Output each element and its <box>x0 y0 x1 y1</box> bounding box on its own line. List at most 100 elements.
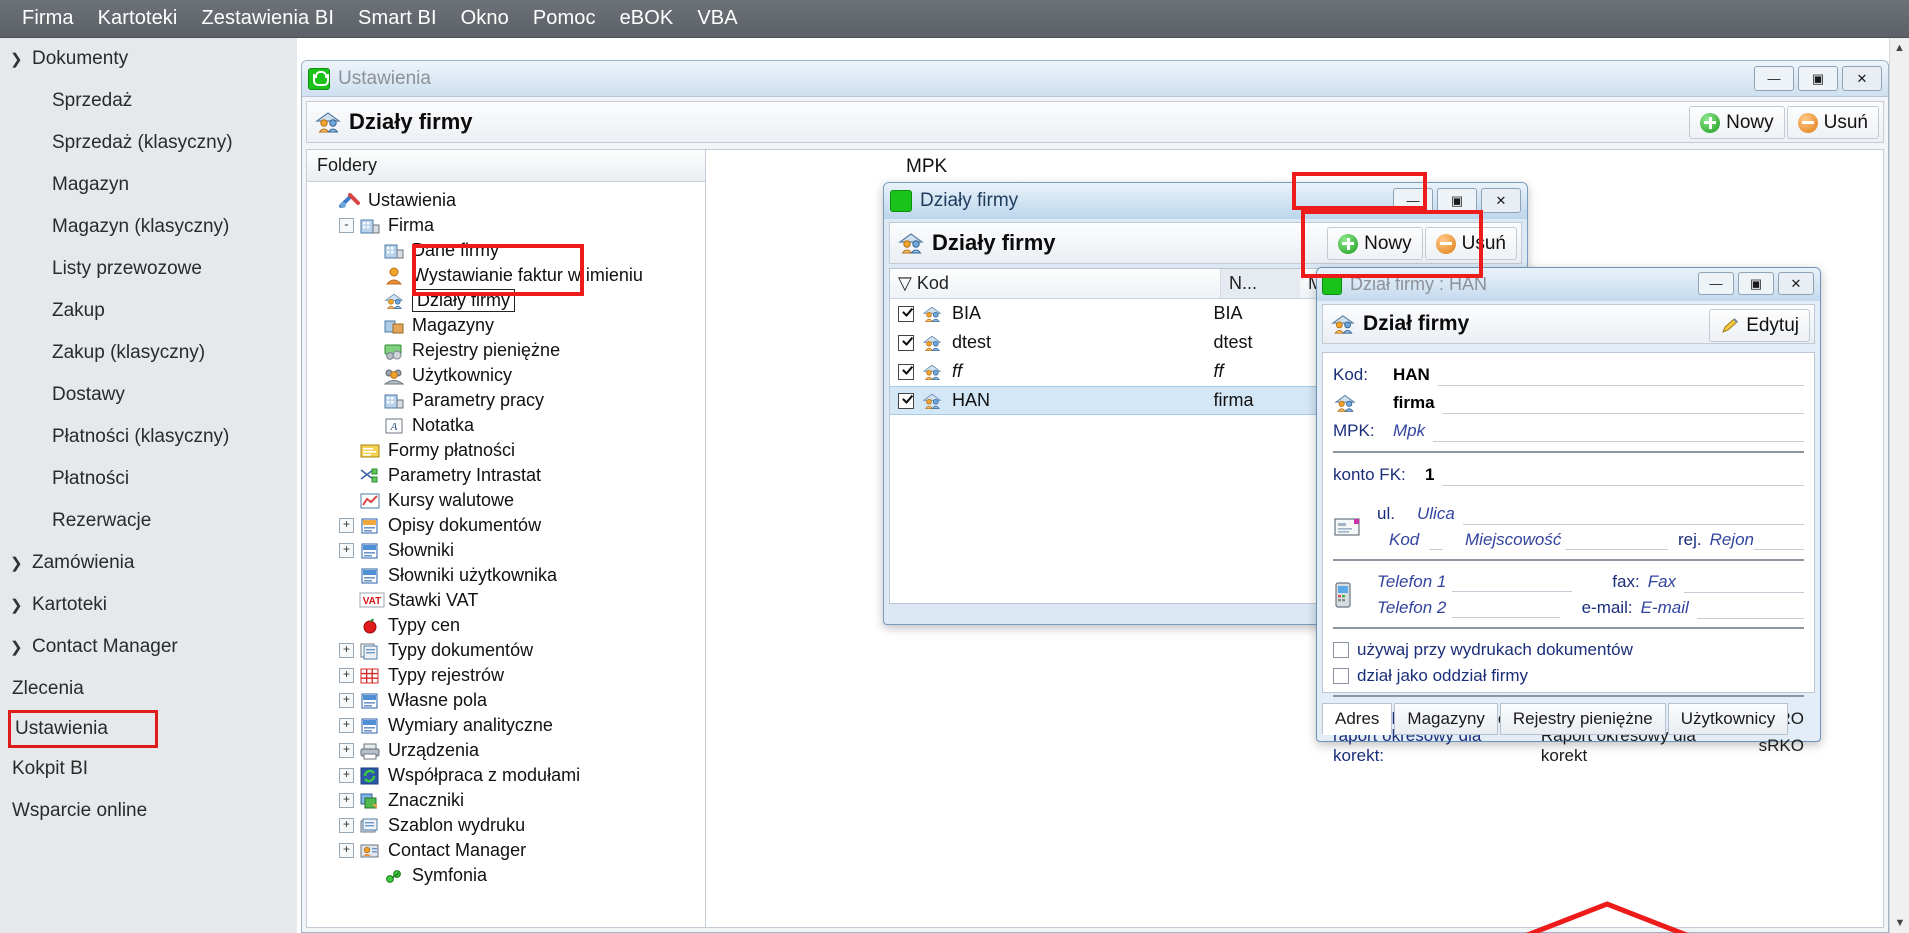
tab-rejestry-pieniezne[interactable]: Rejestry pieniężne <box>1500 703 1666 735</box>
sidebar-item-ustawienia[interactable]: Ustawienia <box>8 710 158 748</box>
field-email-value[interactable]: E-mail <box>1641 598 1689 618</box>
close-button[interactable]: ✕ <box>1481 188 1521 213</box>
close-button[interactable]: ✕ <box>1778 272 1814 295</box>
menu-item-kartoteki[interactable]: Kartoteki <box>86 3 190 34</box>
field-fax-value[interactable]: Fax <box>1648 572 1676 592</box>
expand-icon[interactable]: + <box>339 743 354 758</box>
tree-node[interactable]: Parametry pracy <box>315 388 705 413</box>
edit-button[interactable]: Edytuj <box>1709 309 1810 342</box>
field-kod-value[interactable]: HAN <box>1393 365 1430 385</box>
field-city-value[interactable]: Miejscowość <box>1465 530 1561 550</box>
sidebar-item-zakup[interactable]: Zakup <box>0 290 297 332</box>
expand-icon[interactable]: + <box>339 818 354 833</box>
minimize-button[interactable]: — <box>1393 188 1433 213</box>
sidebar-item-magazyn[interactable]: Magazyn <box>0 164 297 206</box>
sidebar-group-dokumenty[interactable]: ❯ Dokumenty <box>0 38 297 80</box>
tree-node[interactable]: Użytkownicy <box>315 363 705 388</box>
sidebar-item-magazyn-klasyczny[interactable]: Magazyn (klasyczny) <box>0 206 297 248</box>
menu-item-ebok[interactable]: eBOK <box>608 3 686 34</box>
checkbox-oddzial-box[interactable] <box>1333 668 1349 684</box>
sidebar-item-platnosci[interactable]: Płatności <box>0 458 297 500</box>
collapse-icon[interactable]: - <box>339 218 354 233</box>
sidebar-item-kokpit-bi[interactable]: Kokpit BI <box>0 748 297 790</box>
tree-node[interactable]: -Firma <box>315 213 705 238</box>
checkbox-row-oddzial[interactable]: dział jako oddział firmy <box>1333 663 1804 689</box>
minimize-button[interactable]: — <box>1754 66 1794 91</box>
row-checkbox[interactable] <box>898 364 914 380</box>
page-scrollbar[interactable]: ▲ ▼ <box>1889 38 1909 933</box>
sidebar-item-sprzedaz[interactable]: Sprzedaż <box>0 80 297 122</box>
tree-node[interactable]: Formy płatności <box>315 438 705 463</box>
tab-uzytkownicy[interactable]: Użytkownicy <box>1668 703 1788 735</box>
window-ustawienia-titlebar[interactable]: Ustawienia — ▣ ✕ <box>302 61 1888 97</box>
field-street-value[interactable]: Ulica <box>1417 504 1455 524</box>
tree-node[interactable]: +Wymiary analityczne <box>315 713 705 738</box>
delete-button[interactable]: Usuń <box>1787 106 1879 139</box>
tree-node[interactable]: VATStawki VAT <box>315 588 705 613</box>
tree-node[interactable]: +Słowniki <box>315 538 705 563</box>
field-phone2-value[interactable]: Telefon 2 <box>1377 598 1446 618</box>
maximize-button[interactable]: ▣ <box>1437 188 1477 213</box>
row-checkbox[interactable] <box>898 306 914 322</box>
sidebar-item-dostawy[interactable]: Dostawy <box>0 374 297 416</box>
tree-node[interactable]: Magazyny <box>315 313 705 338</box>
sidebar-group-kartoteki[interactable]: ❯ Kartoteki <box>0 584 297 626</box>
sidebar-item-wsparcie-online[interactable]: Wsparcie online <box>0 790 297 832</box>
tab-magazyny[interactable]: Magazyny <box>1394 703 1497 735</box>
scroll-down-button[interactable]: ▼ <box>1890 913 1909 933</box>
delete-button[interactable]: Usuń <box>1425 227 1517 260</box>
tree-node[interactable]: Działy firmy <box>315 288 705 313</box>
expand-icon[interactable]: + <box>339 668 354 683</box>
maximize-button[interactable]: ▣ <box>1738 272 1774 295</box>
dialog-dzialy-titlebar[interactable]: Działy firmy — ▣ ✕ <box>884 183 1527 219</box>
settings-tree[interactable]: Ustawienia-FirmaDane firmyWystawianie fa… <box>307 182 705 927</box>
row-checkbox[interactable] <box>898 335 914 351</box>
tree-node[interactable]: +Opisy dokumentów <box>315 513 705 538</box>
row-checkbox[interactable] <box>898 393 914 409</box>
sidebar-item-zlecenia[interactable]: Zlecenia <box>0 668 297 710</box>
field-region-value[interactable]: Rejon <box>1710 530 1754 550</box>
expand-icon[interactable]: + <box>339 543 354 558</box>
minimize-button[interactable]: — <box>1698 272 1734 295</box>
column-header-kod[interactable]: ▽ Kod <box>890 273 1220 294</box>
scroll-up-button[interactable]: ▲ <box>1890 38 1909 58</box>
expand-icon[interactable]: + <box>339 843 354 858</box>
menu-item-smart-bi[interactable]: Smart BI <box>346 3 449 34</box>
tab-adres[interactable]: Adres <box>1322 703 1392 735</box>
new-button[interactable]: Nowy <box>1689 106 1785 139</box>
field-mpk-value[interactable]: Mpk <box>1393 421 1425 441</box>
sidebar-group-contact-manager[interactable]: ❯ Contact Manager <box>0 626 297 668</box>
sidebar-item-zakup-klasyczny[interactable]: Zakup (klasyczny) <box>0 332 297 374</box>
sidebar-item-rezerwacje[interactable]: Rezerwacje <box>0 500 297 542</box>
tree-node[interactable]: ANotatka <box>315 413 705 438</box>
tree-node[interactable]: +Contact Manager <box>315 838 705 863</box>
sidebar-item-listy-przewozowe[interactable]: Listy przewozowe <box>0 248 297 290</box>
sidebar-group-zamowienia[interactable]: ❯ Zamówienia <box>0 542 297 584</box>
menu-item-vba[interactable]: VBA <box>685 3 749 34</box>
expand-icon[interactable]: + <box>339 718 354 733</box>
field-postcode-value[interactable]: Kod <box>1389 530 1429 550</box>
tree-node[interactable]: Rejestry pieniężne <box>315 338 705 363</box>
menu-item-okno[interactable]: Okno <box>449 3 521 34</box>
checkbox-wydruki-box[interactable] <box>1333 642 1349 658</box>
maximize-button[interactable]: ▣ <box>1798 66 1838 91</box>
tree-node[interactable]: Symfonia <box>315 863 705 888</box>
tree-node[interactable]: +Współpraca z modułami <box>315 763 705 788</box>
column-header-nazwa[interactable]: N... <box>1220 269 1300 298</box>
expand-icon[interactable]: + <box>339 768 354 783</box>
new-button[interactable]: Nowy <box>1327 227 1423 260</box>
tree-node[interactable]: Kursy walutowe <box>315 488 705 513</box>
expand-icon[interactable]: + <box>339 518 354 533</box>
tree-node[interactable]: +Znaczniki <box>315 788 705 813</box>
tree-node[interactable]: Wystawianie faktur w imieniu <box>315 263 705 288</box>
menu-item-zestawienia-bi[interactable]: Zestawienia BI <box>189 3 346 34</box>
sidebar-item-platnosci-klasyczny[interactable]: Płatności (klasyczny) <box>0 416 297 458</box>
expand-icon[interactable]: + <box>339 693 354 708</box>
detail-titlebar[interactable]: Dział firmy : HAN — ▣ ✕ <box>1317 268 1820 301</box>
expand-icon[interactable]: + <box>339 793 354 808</box>
tree-node[interactable]: Typy cen <box>315 613 705 638</box>
tree-node[interactable]: +Urządzenia <box>315 738 705 763</box>
tree-node[interactable]: Słowniki użytkownika <box>315 563 705 588</box>
checkbox-row-wydruki[interactable]: używaj przy wydrukach dokumentów <box>1333 637 1804 663</box>
tree-node[interactable]: Ustawienia <box>315 188 705 213</box>
